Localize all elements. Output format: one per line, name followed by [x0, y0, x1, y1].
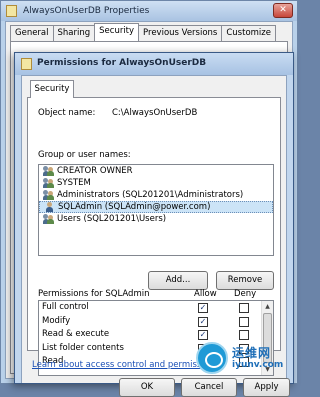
remove-button[interactable]: Remove: [216, 271, 274, 290]
permissions-dialog: Permissions for AlwaysOnUserDB Security …: [14, 52, 294, 397]
add-button[interactable]: Add...: [148, 271, 208, 290]
tab-previous-versions[interactable]: Previous Versions: [138, 25, 223, 41]
list-item[interactable]: Users (SQL201201\Users): [39, 213, 273, 225]
user-name: Administrators (SQL201201\Administrators…: [57, 190, 244, 200]
watermark-cn: 运维网: [232, 346, 272, 360]
tab-general[interactable]: General: [10, 25, 54, 41]
properties-title-bar[interactable]: AlwaysOnUserDB Properties ✕: [1, 1, 297, 21]
object-name-label: Object name:: [38, 108, 96, 118]
list-item[interactable]: CREATOR OWNER: [39, 165, 273, 177]
dialog-title-bar[interactable]: Permissions for AlwaysOnUserDB: [15, 53, 293, 75]
list-item[interactable]: Administrators (SQL201201\Administrators…: [39, 189, 273, 201]
allow-checkbox[interactable]: ✓: [198, 303, 208, 313]
permission-name: Modify: [42, 315, 71, 326]
folder-icon: [21, 58, 32, 70]
deny-checkbox[interactable]: [239, 303, 249, 313]
permission-row: Full control ✓: [39, 301, 273, 315]
dialog-title: Permissions for AlwaysOnUserDB: [37, 58, 207, 68]
learn-link[interactable]: Learn about access control and permissio…: [32, 360, 219, 370]
user-icon: [44, 202, 55, 212]
watermark-logo: 运维网 iyunv.com: [196, 336, 298, 384]
watermark-en: iyunv.com: [232, 360, 284, 370]
object-name-value: C:\AlwaysOnUserDB: [112, 108, 198, 118]
scroll-up-icon[interactable]: ▲: [262, 301, 273, 312]
deny-header: Deny: [234, 289, 257, 299]
properties-tabs: General Sharing Security Previous Versio…: [10, 23, 276, 41]
user-name: SQLAdmin (SQLAdmin@power.com): [58, 202, 211, 212]
list-item-selected[interactable]: SQLAdmin (SQLAdmin@power.com): [39, 201, 273, 213]
user-name: CREATOR OWNER: [57, 166, 133, 176]
close-button[interactable]: ✕: [273, 3, 293, 18]
security-panel: Object name: C:\AlwaysOnUserDB Group or …: [27, 97, 281, 376]
permission-row: Modify ✓: [39, 315, 273, 329]
user-list[interactable]: CREATOR OWNER SYSTEM Administrators (SQL…: [38, 164, 274, 256]
allow-checkbox[interactable]: ✓: [198, 316, 208, 327]
deny-checkbox[interactable]: [239, 316, 249, 327]
permission-name: Read & execute: [42, 329, 110, 339]
tab-security[interactable]: Security: [30, 80, 74, 98]
properties-title: AlwaysOnUserDB Properties: [23, 6, 150, 16]
group-icon: [43, 190, 54, 200]
user-name: SYSTEM: [57, 178, 91, 188]
group-icon: [43, 178, 54, 188]
folder-icon: [6, 5, 17, 17]
tab-sharing[interactable]: Sharing: [52, 25, 96, 41]
group-label: Group or user names:: [38, 150, 131, 160]
tab-customize[interactable]: Customize: [221, 25, 276, 41]
user-name: Users (SQL201201\Users): [57, 214, 167, 224]
group-icon: [43, 214, 54, 224]
allow-header: Allow: [194, 289, 217, 299]
permission-name: List folder contents: [42, 342, 124, 353]
permissions-label: Permissions for SQLAdmin: [38, 289, 150, 299]
tab-security[interactable]: Security: [94, 23, 140, 41]
permission-name: Full control: [42, 302, 89, 312]
group-icon: [43, 166, 54, 176]
list-item[interactable]: SYSTEM: [39, 177, 273, 189]
ok-button[interactable]: OK: [119, 378, 175, 397]
watermark-icon: [196, 342, 228, 374]
